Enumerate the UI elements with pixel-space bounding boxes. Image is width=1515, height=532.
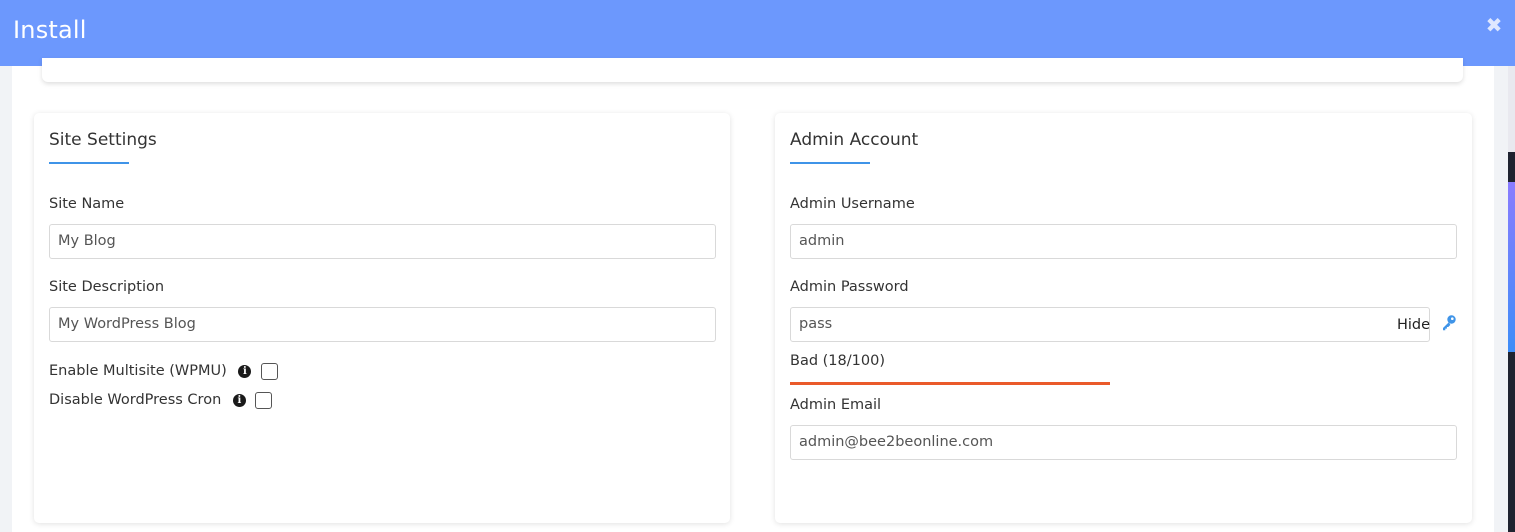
title-underline <box>49 162 129 164</box>
scrollbar[interactable] <box>1508 66 1515 532</box>
site-name-label: Site Name <box>49 196 125 212</box>
enable-multisite-row: Enable Multisite (WPMU) i <box>49 362 278 380</box>
disable-cron-checkbox[interactable] <box>255 391 273 409</box>
close-icon[interactable]: ✖ <box>1485 14 1503 36</box>
modal-header: Install ✖ <box>0 0 1515 66</box>
admin-email-input[interactable]: admin@bee2beonline.com <box>790 425 1457 460</box>
enable-multisite-label: Enable Multisite (WPMU) <box>49 363 227 379</box>
site-settings-title: Site Settings <box>49 130 157 150</box>
scrollbar-thumb[interactable] <box>1508 182 1515 352</box>
enable-multisite-checkbox[interactable] <box>260 362 278 380</box>
disable-cron-label: Disable WordPress Cron <box>49 392 222 408</box>
admin-account-title: Admin Account <box>790 130 919 150</box>
title-underline <box>790 162 870 164</box>
password-strength-bar <box>790 382 1110 385</box>
admin-password-input[interactable]: pass <box>790 307 1430 342</box>
site-name-input[interactable]: My Blog <box>49 224 716 259</box>
admin-password-label: Admin Password <box>790 279 909 295</box>
key-icon[interactable] <box>1441 314 1457 332</box>
admin-username-input[interactable]: admin <box>790 224 1457 259</box>
site-description-label: Site Description <box>49 279 165 295</box>
info-icon[interactable]: i <box>232 393 246 407</box>
password-hide-toggle[interactable]: Hide <box>1397 317 1430 333</box>
disable-cron-row: Disable WordPress Cron i <box>49 391 273 409</box>
modal-title: Install <box>13 16 87 44</box>
admin-username-label: Admin Username <box>790 196 915 212</box>
info-icon[interactable]: i <box>238 364 252 378</box>
site-description-input[interactable]: My WordPress Blog <box>49 307 716 342</box>
admin-account-card: Admin Account Admin Username admin Admin… <box>775 113 1472 523</box>
password-strength-fill <box>790 382 1110 385</box>
scrollbar-track-segment <box>1508 152 1515 182</box>
previous-card-bottom <box>42 58 1463 82</box>
admin-email-label: Admin Email <box>790 397 882 413</box>
scrollbar-track-segment <box>1508 352 1515 532</box>
site-settings-card: Site Settings Site Name My Blog Site Des… <box>34 113 730 523</box>
password-strength-label: Bad (18/100) <box>790 353 885 369</box>
